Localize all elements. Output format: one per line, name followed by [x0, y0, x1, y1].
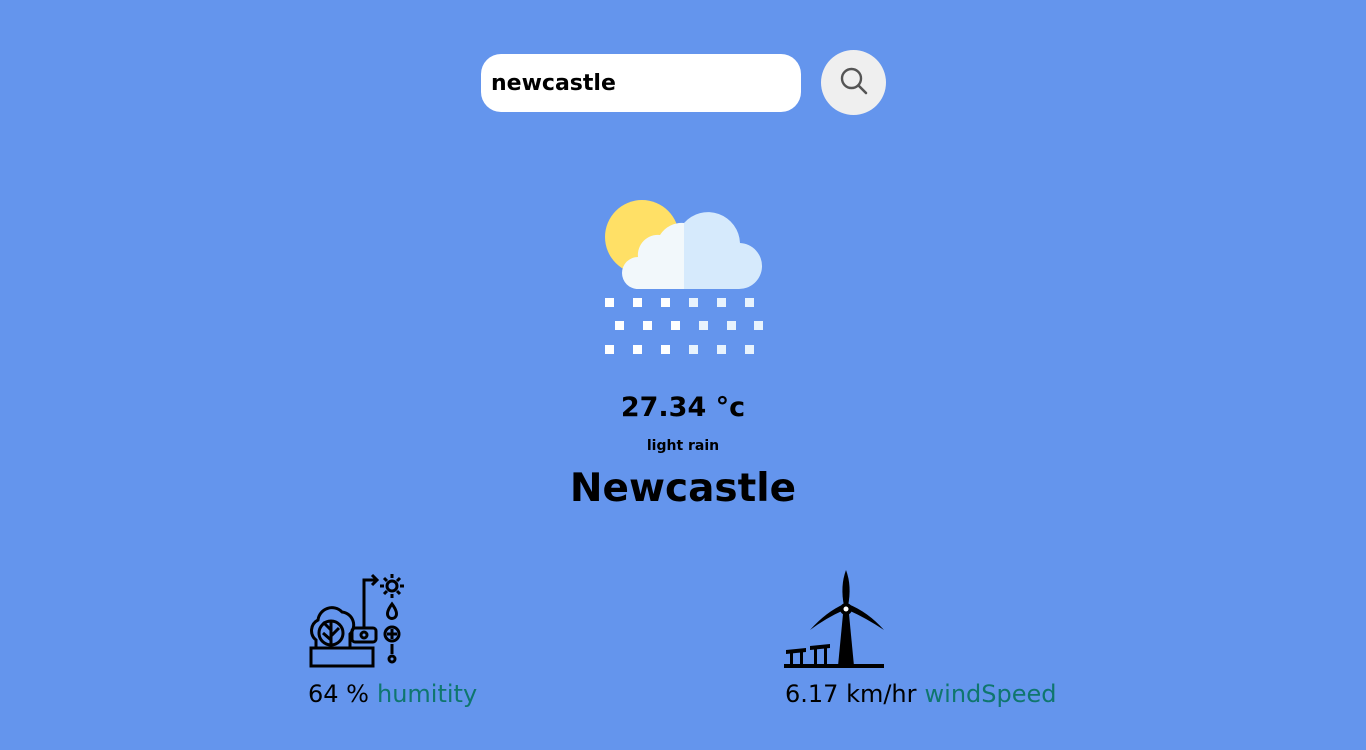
- plant-irrigation-icon: [306, 570, 408, 674]
- wind-label: windSpeed: [924, 680, 1057, 708]
- temperature: 27.34 °c: [620, 392, 746, 423]
- search-input[interactable]: [481, 54, 801, 112]
- weather-app: 27.34 °c light rain Newcastle: [0, 0, 1366, 750]
- wind-stat: 6.17 km/hr windSpeed: [785, 680, 1057, 708]
- search-icon: [839, 66, 869, 99]
- sun-cloud-snow-icon: [600, 195, 770, 364]
- wind-value: 6.17 km/hr: [785, 680, 917, 708]
- humidity-value: 64 %: [308, 680, 369, 708]
- humidity-stat: 64 % humitity: [308, 680, 477, 708]
- humidity-label: humitity: [376, 680, 478, 708]
- search-button[interactable]: [821, 50, 886, 115]
- weather-description: light rain: [646, 438, 720, 454]
- city-name: Newcastle: [569, 466, 797, 511]
- wind-turbine-icon: [782, 568, 886, 676]
